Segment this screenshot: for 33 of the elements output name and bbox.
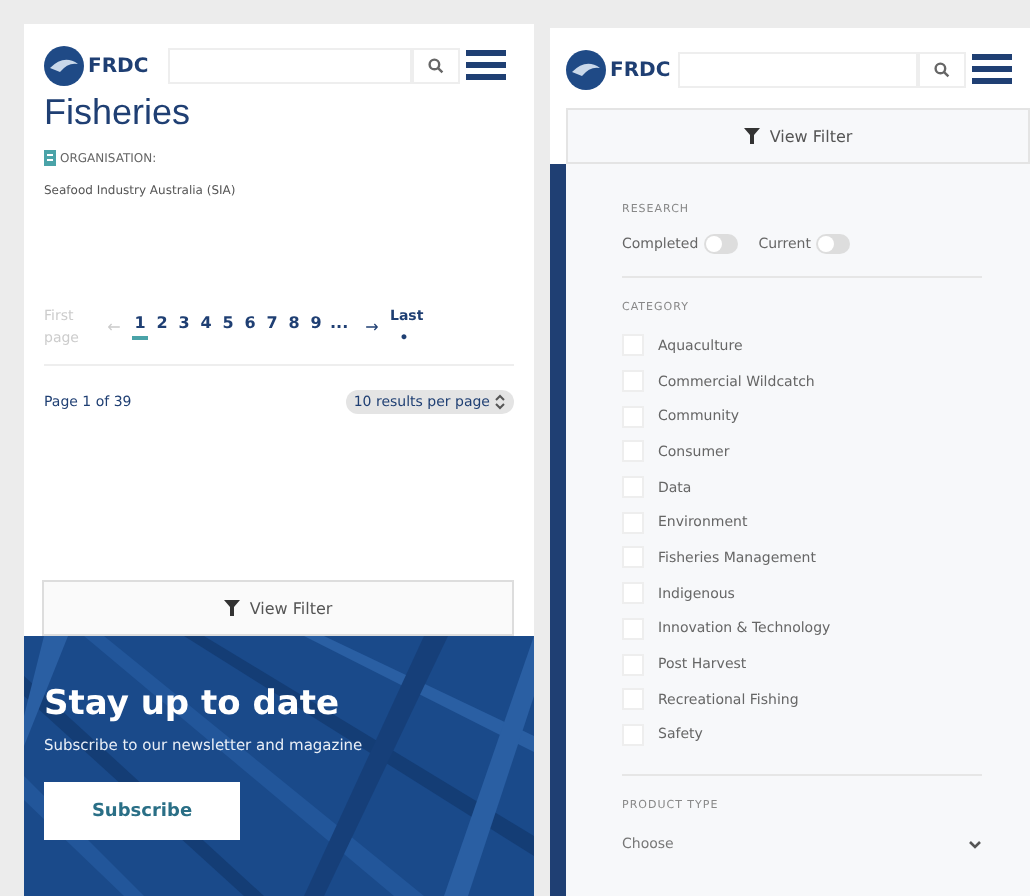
page-link[interactable]: 6 [242,314,258,340]
banner-title: Stay up to date [44,684,342,724]
page-link[interactable]: 5 [220,314,236,340]
view-filter-button[interactable]: View Filter [566,108,1030,164]
logo-text[interactable]: FRDC [88,55,149,77]
filter-icon [743,128,760,144]
toggle-switch[interactable] [704,234,739,254]
page-link[interactable]: 1 [132,314,148,340]
page-link[interactable]: 7 [264,314,280,340]
up-down-chevron-icon [494,394,506,410]
menu-icon[interactable] [972,54,1012,86]
search-icon [934,62,950,78]
page-link[interactable]: 2 [154,314,170,340]
subscribe-button[interactable]: Subscribe [44,782,240,840]
page-link[interactable]: 4 [198,314,214,340]
search-button[interactable] [918,52,966,88]
next-page-link[interactable]: → [360,318,384,336]
search-icon [428,58,444,74]
toggle-switch[interactable] [816,234,851,254]
page-title: Fisheries [44,92,193,134]
chevron-down-icon [968,839,982,850]
logo-text[interactable]: FRDC [610,59,671,81]
menu-icon[interactable] [466,50,506,82]
page-link[interactable]: 8 [286,314,302,340]
page-link[interactable]: 9 [308,314,324,340]
fish-logo-icon [566,50,606,90]
fish-logo-icon [44,46,84,86]
building-icon [44,150,56,166]
page-link[interactable]: 3 [176,314,192,340]
pagination-ellipsis: ... [330,314,346,336]
filter-icon [223,600,240,616]
search-button[interactable] [412,48,460,84]
view-filter-button[interactable]: View Filter [42,580,514,636]
